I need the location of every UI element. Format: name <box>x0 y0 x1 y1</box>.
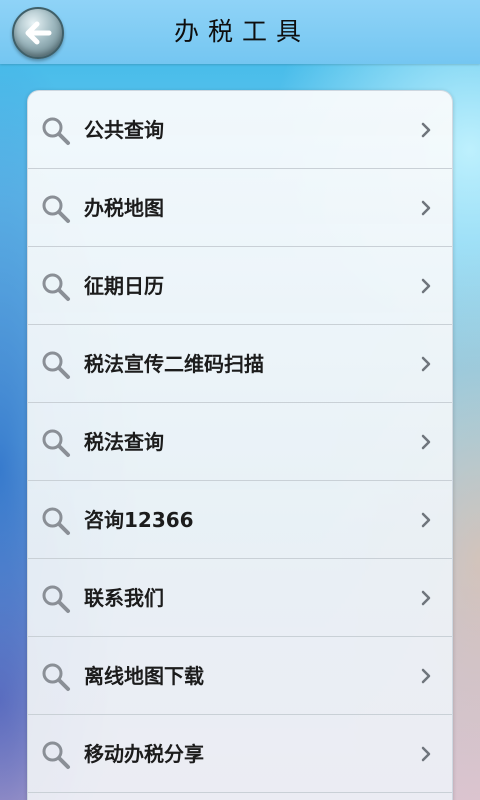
search-icon <box>42 741 70 769</box>
menu-item-tax-law-query[interactable]: 税法查询 <box>28 403 452 481</box>
chevron-right-icon <box>421 512 431 528</box>
menu-item-public-query[interactable]: 公共查询 <box>28 91 452 169</box>
header-bar: 办税工具 <box>0 0 480 64</box>
chevron-right-icon <box>421 590 431 606</box>
search-icon <box>42 507 70 535</box>
chevron-right-icon <box>421 668 431 684</box>
menu-item-label: 税法宣传二维码扫描 <box>84 352 264 376</box>
page-title: 办税工具 <box>173 17 310 46</box>
menu-item-qr-scan[interactable]: 税法宣传二维码扫描 <box>28 325 452 403</box>
chevron-right-icon <box>421 122 431 138</box>
chevron-right-icon <box>421 356 431 372</box>
chevron-right-icon <box>421 434 431 450</box>
back-button[interactable] <box>12 7 64 59</box>
menu-item-label: 税法查询 <box>84 430 164 454</box>
menu-item-label: 离线地图下载 <box>84 664 204 688</box>
menu-item-label: 办税地图 <box>84 196 164 220</box>
menu-item-label: 联系我们 <box>84 586 164 610</box>
menu-item-label: 公共查询 <box>84 118 164 142</box>
chevron-right-icon <box>421 746 431 762</box>
search-icon <box>42 585 70 613</box>
search-icon <box>42 429 70 457</box>
chevron-right-icon <box>421 200 431 216</box>
menu-item-tax-map[interactable]: 办税地图 <box>28 169 452 247</box>
menu-item-label: 移动办税分享 <box>84 742 204 766</box>
chevron-right-icon <box>421 278 431 294</box>
search-icon <box>42 117 70 145</box>
menu-item-mobile-tax-share[interactable]: 移动办税分享 <box>28 715 452 793</box>
menu-item-label: 征期日历 <box>84 274 164 298</box>
menu-item-contact-us[interactable]: 联系我们 <box>28 559 452 637</box>
search-icon <box>42 663 70 691</box>
tools-menu-list: 公共查询 办税地图 征期日历 税法宣传二维码扫描 税法查询 咨询12366 联系… <box>27 90 453 800</box>
menu-item-offline-map-download[interactable]: 离线地图下载 <box>28 637 452 715</box>
back-arrow-icon <box>25 21 52 45</box>
search-icon <box>42 351 70 379</box>
search-icon <box>42 195 70 223</box>
menu-item-label: 咨询12366 <box>84 508 194 532</box>
search-icon <box>42 273 70 301</box>
menu-item-consult-12366[interactable]: 咨询12366 <box>28 481 452 559</box>
screen: 办税工具 公共查询 办税地图 征期日历 税法宣传二维码扫描 税法查询 咨询123… <box>0 0 480 800</box>
menu-item-tax-calendar[interactable]: 征期日历 <box>28 247 452 325</box>
